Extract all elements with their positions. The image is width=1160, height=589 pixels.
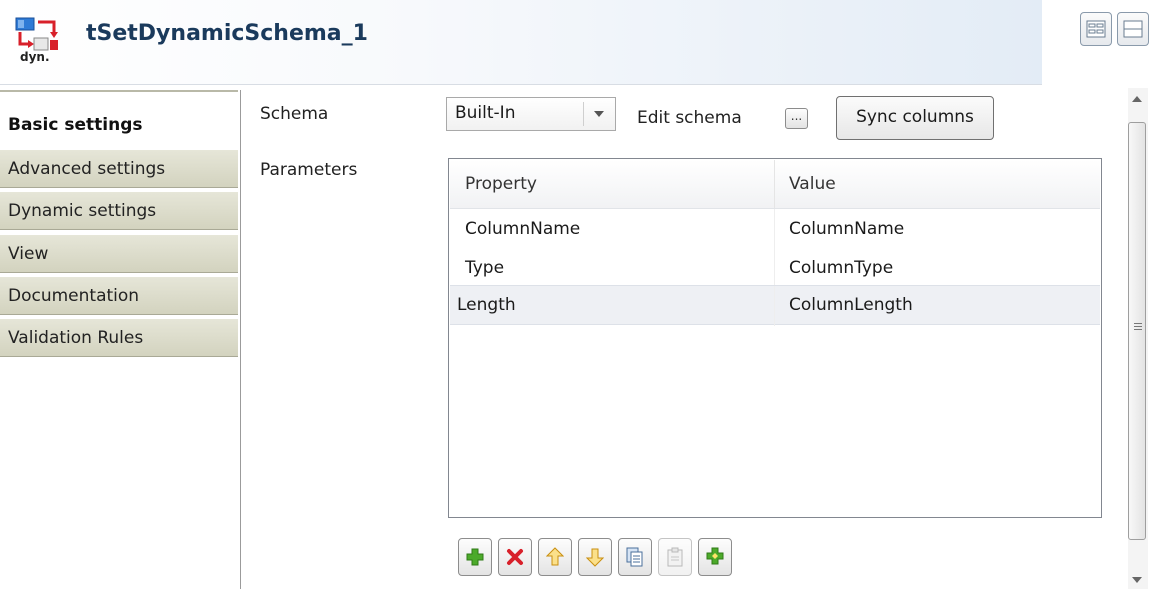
cell-divider — [774, 286, 775, 326]
scroll-down-arrow-icon[interactable] — [1132, 577, 1142, 583]
add-all-button[interactable] — [698, 538, 732, 576]
paste-icon — [667, 547, 683, 567]
move-down-button[interactable] — [578, 538, 612, 576]
add-all-icon — [706, 547, 724, 565]
column-header-value[interactable]: Value — [789, 174, 836, 194]
cell-value: ColumnName — [789, 219, 905, 239]
list-view-icon — [1123, 20, 1143, 38]
tab-validation-rules[interactable]: Validation Rules — [0, 318, 238, 357]
remove-row-button[interactable] — [498, 538, 532, 576]
component-icon-caption: dyn. — [20, 50, 50, 64]
edit-schema-label: Edit schema — [637, 108, 742, 128]
column-divider[interactable] — [774, 160, 775, 208]
grid-view-button[interactable] — [1080, 12, 1112, 46]
table-row[interactable]: Type ColumnType — [450, 248, 1100, 288]
tabs-top-divider — [0, 90, 238, 92]
cell-divider — [774, 209, 775, 249]
component-title: tSetDynamicSchema_1 — [86, 21, 368, 46]
tab-documentation[interactable]: Documentation — [0, 276, 238, 315]
table-row[interactable]: ColumnName ColumnName — [450, 209, 1100, 249]
scroll-up-arrow-icon[interactable] — [1132, 96, 1142, 102]
add-row-button[interactable] — [458, 538, 492, 576]
cell-value: ColumnType — [789, 258, 894, 278]
chevron-down-icon — [594, 111, 604, 117]
cell-property: ColumnName — [465, 219, 581, 239]
parameters-table[interactable]: Property Value ColumnName ColumnName Typ… — [448, 158, 1102, 518]
settings-tabs: Basic settings Advanced settings Dynamic… — [0, 90, 241, 589]
copy-button[interactable] — [618, 538, 652, 576]
sync-columns-button[interactable]: Sync columns — [836, 96, 994, 140]
cell-divider — [774, 248, 775, 288]
table-row-selected[interactable]: Length ColumnLength — [450, 285, 1100, 326]
edit-schema-button[interactable]: ... — [785, 108, 808, 129]
cell-property: Type — [465, 258, 505, 278]
move-up-icon — [546, 547, 564, 566]
tab-basic-settings[interactable]: Basic settings — [0, 106, 238, 145]
paste-button[interactable] — [658, 538, 692, 576]
parameters-label: Parameters — [260, 160, 358, 180]
remove-icon — [507, 549, 523, 565]
list-view-button[interactable] — [1117, 12, 1149, 46]
cell-property: Length — [457, 295, 516, 315]
schema-select-separator — [583, 102, 584, 126]
schema-label: Schema — [260, 104, 329, 124]
move-up-button[interactable] — [538, 538, 572, 576]
tab-view[interactable]: View — [0, 234, 238, 273]
table-header: Property Value — [450, 160, 1100, 209]
component-header: dyn. tSetDynamicSchema_1 — [0, 0, 1042, 85]
column-header-property[interactable]: Property — [465, 174, 537, 194]
tab-advanced-settings[interactable]: Advanced settings — [0, 149, 238, 188]
add-icon — [466, 548, 484, 566]
vertical-scrollbar[interactable] — [1128, 88, 1148, 589]
copy-icon — [626, 547, 643, 567]
cell-value: ColumnLength — [789, 295, 913, 315]
scrollbar-grip-icon — [1134, 323, 1142, 331]
move-down-icon — [586, 548, 604, 567]
schema-select-value: Built-In — [455, 103, 516, 123]
schema-select[interactable]: Built-In — [446, 97, 616, 131]
scrollbar-thumb[interactable] — [1128, 122, 1146, 540]
tab-dynamic-settings[interactable]: Dynamic settings — [0, 191, 238, 230]
grid-view-icon — [1086, 20, 1106, 38]
